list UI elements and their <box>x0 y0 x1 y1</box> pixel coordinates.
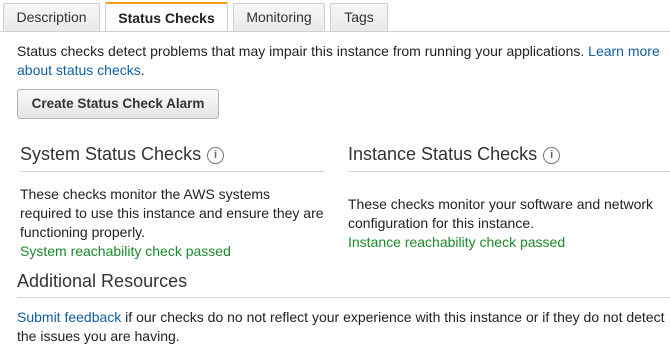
tab-divider <box>0 31 670 32</box>
tab-tags[interactable]: Tags <box>330 3 388 31</box>
instance-status-checks-title: Instance Status Checks i <box>348 142 670 166</box>
info-icon[interactable]: i <box>543 147 561 164</box>
divider <box>17 297 670 298</box>
instance-reachability-status: Instance reachability check passed <box>348 234 566 250</box>
create-status-check-alarm-button[interactable]: Create Status Check Alarm <box>17 89 219 119</box>
instance-checks-description: These checks monitor your software and n… <box>348 196 654 231</box>
system-checks-description: These checks monitor the AWS systems req… <box>20 186 324 240</box>
intro-text: Status checks detect problems that may i… <box>17 42 665 80</box>
tab-status-checks[interactable]: Status Checks <box>105 2 228 32</box>
tab-description[interactable]: Description <box>3 3 100 31</box>
tab-monitoring[interactable]: Monitoring <box>233 3 325 31</box>
system-status-checks-title: System Status Checks i <box>20 142 325 166</box>
intro-description: Status checks detect problems that may i… <box>17 43 589 59</box>
system-reachability-status: System reachability check passed <box>20 243 231 259</box>
submit-feedback-link[interactable]: Submit feedback <box>17 309 121 325</box>
feedback-text: Submit feedback if our checks do no not … <box>17 309 665 344</box>
intro-period: . <box>140 62 145 78</box>
tab-bar: Description Status Checks Monitoring Tag… <box>0 0 670 32</box>
info-icon[interactable]: i <box>207 147 225 164</box>
system-status-checks-panel: System Status Checks i These checks monit… <box>20 142 325 261</box>
additional-resources-title: Additional Resources <box>17 271 188 291</box>
instance-status-checks-panel: Instance Status Checks i These checks mon… <box>348 142 670 252</box>
